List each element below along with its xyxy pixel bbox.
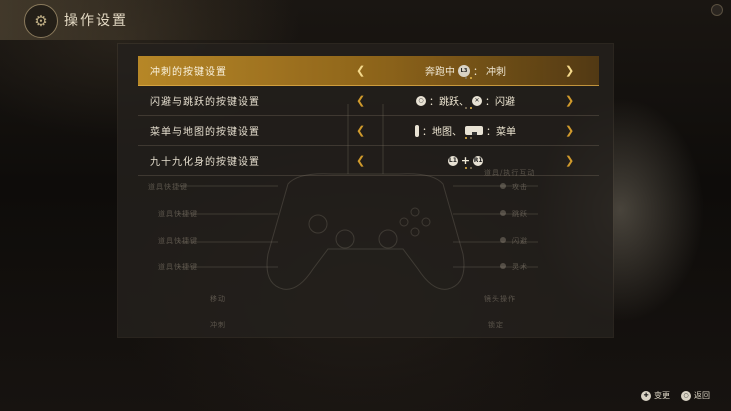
- ghost-label: 道具快捷键: [158, 210, 198, 218]
- setting-label: 九十九化身的按键设置: [150, 157, 260, 168]
- crest-icon: ⚙: [24, 4, 58, 38]
- ghost-dot: [500, 183, 506, 189]
- value-text: ：菜单: [486, 127, 516, 138]
- setting-row-dodge-jump[interactable]: 闪避与跳跃的按键设置 ❮ ○ ：跳跃、 ✕ ：闪避 ❯: [138, 86, 599, 116]
- touchpad-button-icon: [465, 126, 483, 135]
- value-text: ：跳跃、: [429, 97, 469, 108]
- option-dot: [465, 77, 467, 79]
- value-text: 奔跑中: [425, 67, 455, 78]
- ghost-label: 移动: [210, 295, 226, 303]
- arrow-left-icon[interactable]: ❮: [356, 94, 365, 107]
- option-indicator: [465, 137, 472, 139]
- ghost-dot: [500, 237, 506, 243]
- ghost-label: 攻击: [512, 183, 528, 191]
- setting-row-dash[interactable]: 冲刺的按键设置 ❮ 奔跑中 L3 ： 冲刺 ❯: [138, 56, 599, 86]
- value-text: ：闪避: [485, 97, 515, 108]
- arrow-right-icon[interactable]: ❯: [565, 124, 574, 137]
- setting-row-menu-map[interactable]: 菜单与地图的按键设置 ❮ ：地图、 ：菜单 ❯: [138, 116, 599, 146]
- ghost-label: 灵术: [512, 263, 528, 271]
- setting-row-avatar[interactable]: 九十九化身的按键设置 ❮ L1 + R1 ❯: [138, 146, 599, 176]
- arrow-right-icon[interactable]: ❯: [565, 154, 574, 167]
- option-dot: [465, 107, 467, 109]
- option-dot: [470, 167, 472, 169]
- ghost-label: 道具快捷键: [158, 237, 198, 245]
- ghost-label: 闪避: [512, 237, 528, 245]
- footer-back[interactable]: ○ 返回: [681, 390, 710, 401]
- option-dot: [470, 137, 472, 139]
- circle-button-icon: ○: [681, 390, 691, 401]
- settings-list: 冲刺的按键设置 ❮ 奔跑中 L3 ： 冲刺 ❯ 闪避与跳跃的按键设置 ❮ ○ ：…: [138, 56, 599, 176]
- value-separator: ：: [473, 67, 483, 78]
- arrow-right-icon[interactable]: ❯: [565, 64, 574, 77]
- value-text: 冲刺: [486, 67, 506, 78]
- ghost-label: 道具快捷键: [148, 183, 188, 191]
- r1-button-icon: R1: [473, 155, 484, 166]
- l3-stick-icon: L3: [458, 64, 470, 77]
- ghost-label: 锁定: [488, 321, 504, 329]
- setting-value: ：地图、 ：菜单: [368, 123, 563, 138]
- cross-button-icon: ✕: [472, 95, 482, 106]
- arrow-left-icon[interactable]: ❮: [356, 154, 365, 167]
- setting-value: 奔跑中 L3 ： 冲刺: [368, 63, 563, 78]
- ghost-label: 冲刺: [210, 321, 226, 329]
- options-button-icon: [415, 124, 419, 137]
- setting-label: 菜单与地图的按键设置: [150, 127, 260, 138]
- setting-value: L1 + R1: [368, 154, 563, 167]
- ghost-dot: [500, 263, 506, 269]
- footer-change[interactable]: ✚ 变更: [641, 390, 670, 401]
- option-indicator: [465, 77, 472, 79]
- arrow-left-icon[interactable]: ❮: [356, 124, 365, 137]
- l1-button-icon: L1: [447, 155, 458, 166]
- ghost-label: 道具快捷键: [158, 263, 198, 271]
- ghost-label: 跳跃: [512, 210, 528, 218]
- arrow-left-icon[interactable]: ❮: [356, 64, 365, 77]
- option-dot-active: [465, 137, 467, 139]
- value-text: ：地图、: [422, 127, 462, 138]
- page-title: 操作设置: [64, 13, 128, 29]
- option-indicator: [465, 167, 472, 169]
- ghost-dot: [500, 210, 506, 216]
- circle-button-icon: ○: [416, 95, 426, 106]
- footer-back-label: 返回: [694, 391, 710, 400]
- footer-change-label: 变更: [654, 391, 670, 400]
- header-bar: ⚙ 操作设置: [0, 0, 300, 40]
- setting-label: 闪避与跳跃的按键设置: [150, 97, 260, 108]
- ghost-label: 镜头操作: [484, 295, 516, 303]
- dpad-icon: ✚: [641, 390, 651, 401]
- option-dot-active: [465, 167, 467, 169]
- setting-value: ○ ：跳跃、 ✕ ：闪避: [368, 93, 563, 108]
- settings-panel: 道具快捷键 道具快捷键 道具快捷键 道具快捷键 移动 冲刺 道具/执行互动 攻击…: [118, 44, 613, 337]
- setting-label: 冲刺的按键设置: [150, 67, 227, 78]
- arrow-right-icon[interactable]: ❯: [565, 94, 574, 107]
- option-indicator: [465, 107, 472, 109]
- corner-indicator: [711, 4, 723, 16]
- option-dot-active: [470, 107, 472, 109]
- option-dot-active: [470, 77, 472, 79]
- plus-icon: +: [460, 154, 471, 167]
